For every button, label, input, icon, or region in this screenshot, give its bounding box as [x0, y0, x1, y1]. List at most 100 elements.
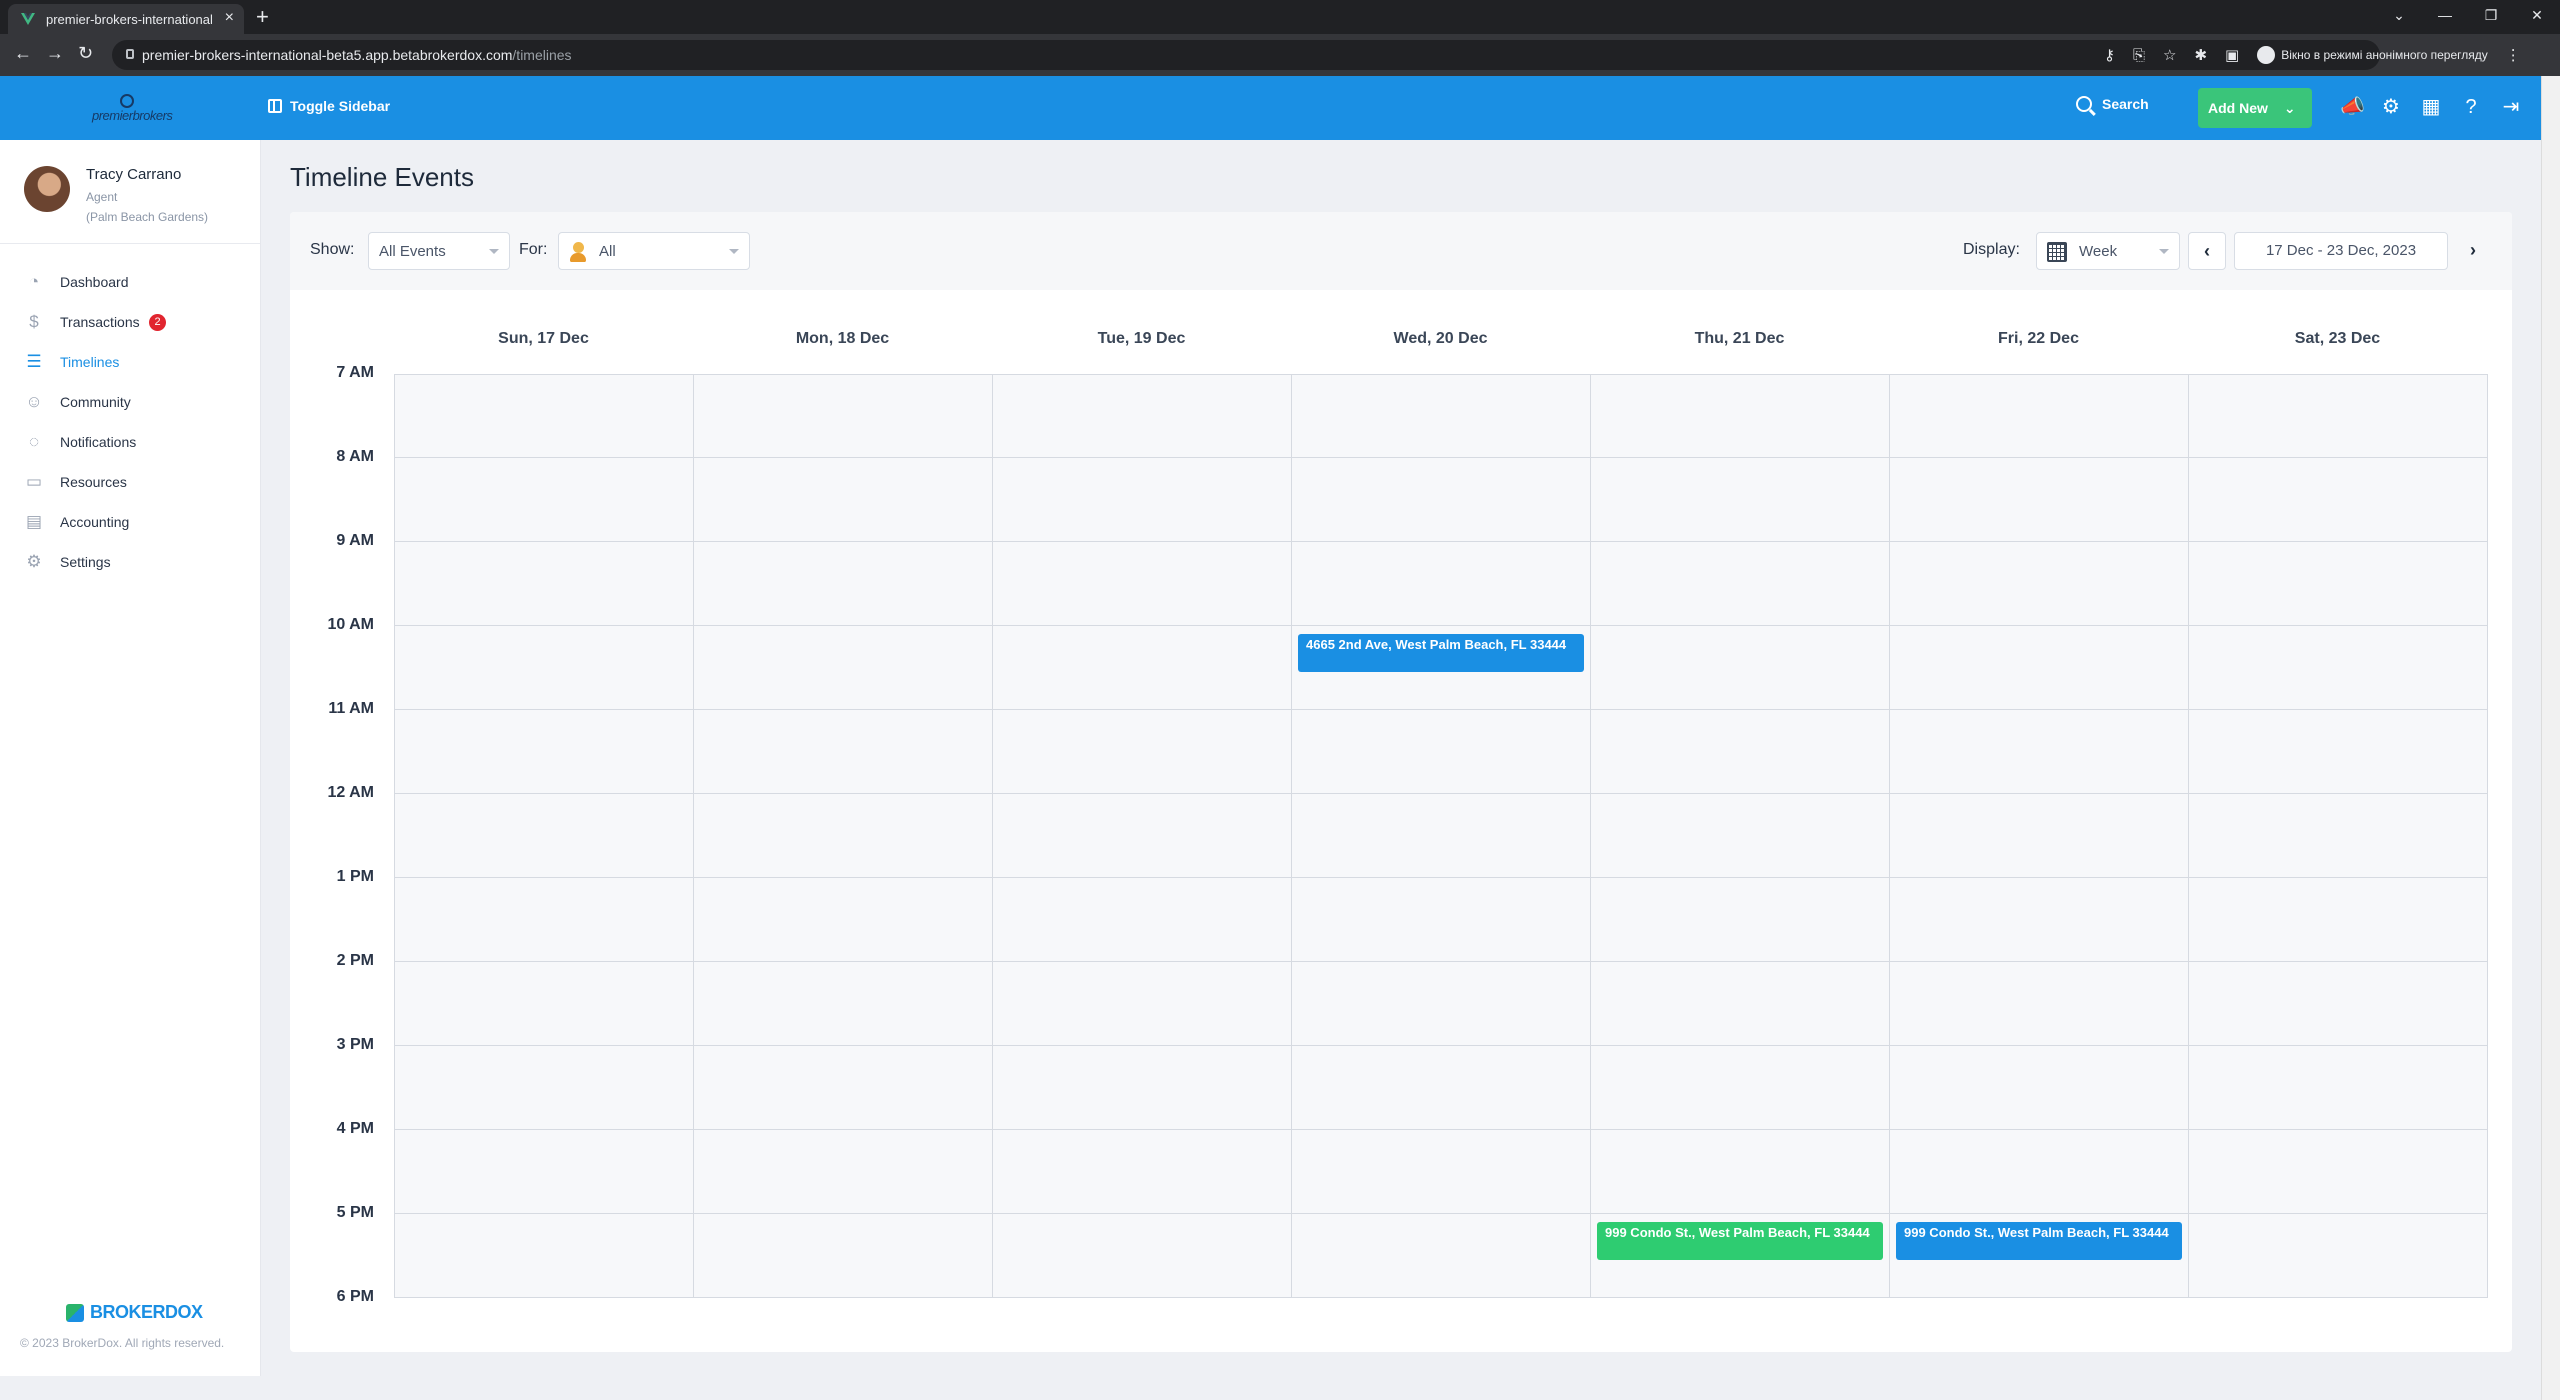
show-value: All Events	[379, 243, 446, 260]
person-icon	[569, 242, 587, 262]
time-label: 9 AM	[336, 532, 374, 549]
sidebar-item-label: Timelines	[60, 354, 120, 370]
logo-globe-icon	[120, 94, 134, 108]
sidebar-item-settings[interactable]: ⚙ Settings	[0, 542, 260, 582]
premier-brokers-logo[interactable]: premierbrokers	[90, 94, 173, 126]
page-title: Timeline Events	[290, 162, 474, 192]
transactions-badge: 2	[149, 314, 166, 331]
for-select[interactable]: All	[558, 232, 750, 270]
key-icon[interactable]: ⚷	[2104, 46, 2115, 64]
sidebar-item-label: Notifications	[60, 434, 137, 450]
sidebar-item-label: Transactions	[60, 314, 140, 330]
sidebar-item-notifications[interactable]: ◌ Notifications	[0, 422, 260, 462]
time-label: 12 AM	[327, 784, 374, 801]
show-label: Show:	[310, 241, 355, 258]
bookmark-star-icon[interactable]: ☆	[2163, 46, 2176, 64]
tab-close-icon[interactable]: ×	[225, 9, 234, 27]
sidebar-divider	[0, 243, 260, 244]
sidebar-item-resources[interactable]: ▭ Resources	[0, 462, 260, 502]
copyright: © 2023 BrokerDox. All rights reserved.	[20, 1336, 225, 1350]
search-icon	[2076, 96, 2092, 112]
next-week-button[interactable]: ›	[2454, 232, 2492, 270]
sidebar-menu: ◔ Dashboard $ Transactions 2 ☰ Timelines…	[0, 262, 260, 582]
sidebar-item-label: Resources	[60, 474, 127, 490]
new-tab-icon[interactable]: +	[256, 4, 269, 30]
timeline-icon: ☰	[26, 352, 42, 371]
day-header: Fri, 22 Dec	[1998, 330, 2079, 347]
extensions-icon[interactable]: ✱	[2194, 46, 2207, 64]
user-name: Tracy Carrano	[86, 166, 182, 183]
sidebar-item-dashboard[interactable]: ◔ Dashboard	[0, 262, 260, 302]
reload-icon[interactable]: ↻	[78, 43, 93, 64]
browser-tab[interactable]: premier-brokers-international ×	[8, 4, 244, 34]
tab-search-icon[interactable]: ⌄	[2376, 0, 2422, 30]
forward-icon[interactable]: →	[46, 43, 64, 64]
time-label: 7 AM	[336, 364, 374, 381]
translate-icon[interactable]: ⎘	[2133, 47, 2145, 64]
minimize-icon[interactable]: —	[2422, 0, 2468, 30]
sidebar-item-accounting[interactable]: ▤ Accounting	[0, 502, 260, 542]
logout-icon[interactable]: ⇥	[2500, 96, 2522, 118]
dashboard-icon: ◔	[28, 272, 40, 291]
for-value: All	[599, 243, 616, 260]
chevron-left-icon: ‹	[2204, 241, 2210, 261]
incognito-indicator[interactable]: Вікно в режимі анонімного перегляду	[2257, 46, 2488, 64]
prev-week-button[interactable]: ‹	[2188, 232, 2226, 270]
chevron-down-icon: ⌄	[2283, 99, 2296, 116]
url-field[interactable]: premier-brokers-international-beta5.app.…	[112, 40, 2380, 70]
time-label: 10 AM	[327, 616, 374, 633]
date-range-display[interactable]: 17 Dec - 23 Dec, 2023	[2234, 232, 2448, 270]
time-label: 6 PM	[336, 1288, 374, 1305]
back-icon[interactable]: ←	[14, 43, 32, 64]
calendar-grid-icon	[2047, 242, 2067, 262]
brokerdox-logo[interactable]: BROKERDOX	[66, 1302, 203, 1323]
caret-down-icon	[2159, 249, 2169, 254]
sidebar-item-community[interactable]: ☺ Community	[0, 382, 260, 422]
settings-icon: ⚙	[26, 552, 42, 571]
accounting-icon: ▤	[25, 512, 43, 531]
window-close-icon[interactable]: ✕	[2514, 0, 2560, 30]
calendar-event[interactable]: 999 Condo St., West Palm Beach, FL 33444	[1896, 1222, 2182, 1260]
week-calendar-grid[interactable]	[394, 374, 2488, 1298]
time-label: 5 PM	[336, 1204, 374, 1221]
brokerdox-mark-icon	[66, 1303, 84, 1322]
calendar-event[interactable]: 4665 2nd Ave, West Palm Beach, FL 33444	[1298, 634, 1584, 672]
incognito-label: Вікно в режимі анонімного перегляду	[2281, 48, 2488, 62]
time-label: 8 AM	[336, 448, 374, 465]
avatar[interactable]	[24, 166, 70, 212]
display-label: Display:	[1963, 241, 2020, 258]
calculator-icon[interactable]: ▦	[2420, 96, 2442, 118]
restore-icon[interactable]: ❐	[2468, 0, 2514, 30]
sidebar: Tracy Carrano Agent (Palm Beach Gardens)…	[0, 140, 261, 1376]
sidebar-icon	[268, 99, 282, 113]
search-label: Search	[2102, 96, 2149, 112]
gear-icon[interactable]: ⚙	[2380, 96, 2402, 118]
help-icon[interactable]: ?	[2460, 96, 2482, 118]
day-header: Wed, 20 Dec	[1393, 330, 1488, 347]
display-select[interactable]: Week	[2036, 232, 2180, 270]
megaphone-icon[interactable]: 📣	[2340, 96, 2365, 118]
show-select[interactable]: All Events	[368, 232, 510, 270]
brokerdox-brand: BROKERDOX	[90, 1302, 203, 1322]
caret-down-icon	[729, 249, 739, 254]
community-icon: ☺	[25, 392, 43, 411]
page-scrollbar[interactable]	[2541, 76, 2560, 1400]
calendar-event[interactable]: 999 Condo St., West Palm Beach, FL 33444	[1597, 1222, 1883, 1260]
tab-title: premier-brokers-international	[46, 11, 213, 27]
chat-icon: ◌	[28, 432, 40, 451]
sidebar-item-timelines[interactable]: ☰ Timelines	[0, 342, 260, 382]
lock-icon	[126, 49, 134, 59]
add-new-button[interactable]: Add New ⌄	[2198, 88, 2312, 128]
calendar-toolbar: Show: All Events For: All Display: Week …	[290, 212, 2512, 290]
side-panel-icon[interactable]: ▣	[2225, 46, 2239, 64]
chevron-right-icon: ›	[2470, 240, 2476, 260]
day-header: Tue, 19 Dec	[1097, 330, 1186, 347]
caret-down-icon	[489, 249, 499, 254]
browser-menu-icon[interactable]: ⋮	[2506, 46, 2521, 64]
app-header: premierbrokers Toggle Sidebar Search Add…	[0, 76, 2542, 140]
search-button[interactable]: Search	[2076, 96, 2149, 112]
sidebar-item-transactions[interactable]: $ Transactions 2	[0, 302, 260, 342]
toggle-sidebar-button[interactable]: Toggle Sidebar	[268, 98, 390, 114]
logo-text: premierbrokers	[92, 108, 173, 123]
address-bar: ← → ↻ premier-brokers-international-beta…	[0, 34, 2560, 76]
